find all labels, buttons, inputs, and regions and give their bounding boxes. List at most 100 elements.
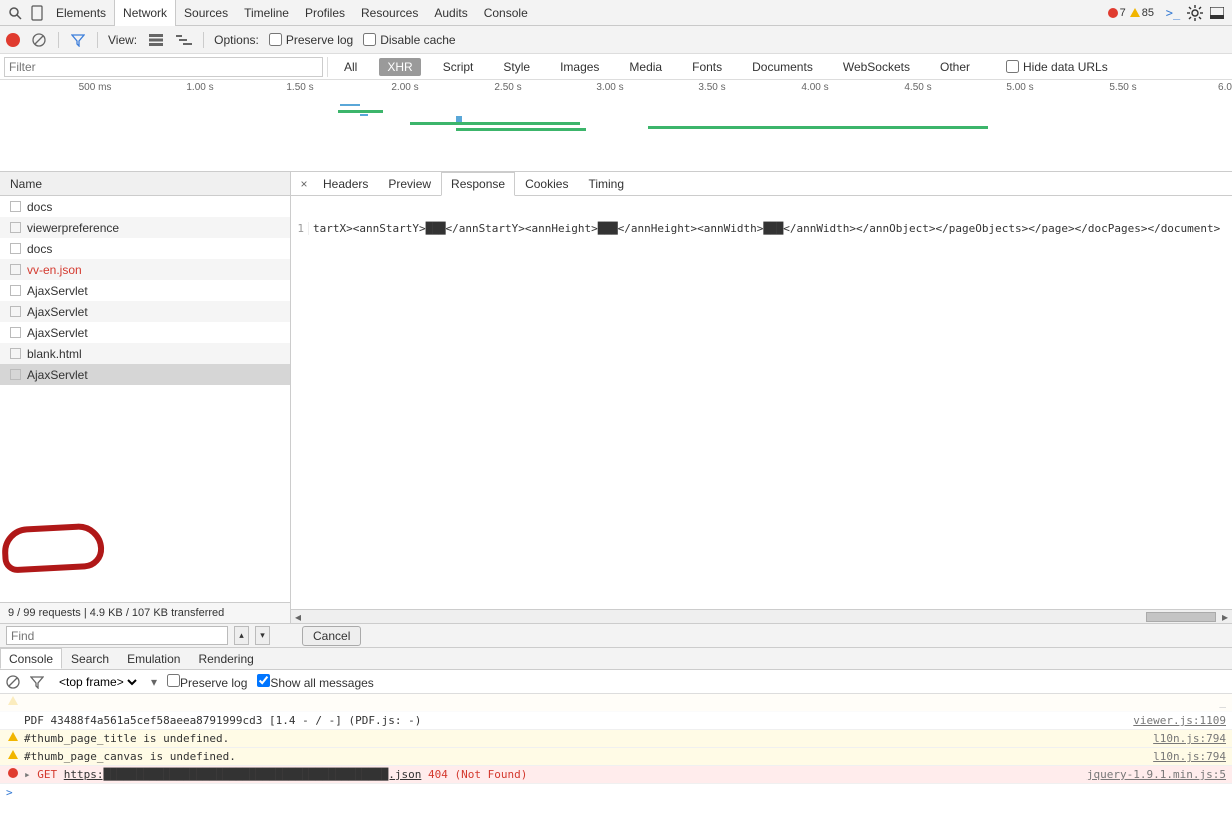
console-source-link[interactable]: l10n.js:794 bbox=[1153, 732, 1226, 745]
type-filter-media[interactable]: Media bbox=[621, 58, 670, 76]
drawer-tab-emulation[interactable]: Emulation bbox=[118, 648, 189, 669]
detail-tab-preview[interactable]: Preview bbox=[378, 172, 441, 196]
console-row[interactable]: PDF 43488f4a561a5cef58aeea8791999cd3 [1.… bbox=[0, 712, 1232, 730]
scroll-left-arrow[interactable]: ◂ bbox=[291, 610, 305, 624]
request-name: blank.html bbox=[27, 347, 82, 361]
timeline-tick: 4.00 s bbox=[801, 82, 828, 93]
find-bar: ▴ ▾ Cancel bbox=[0, 624, 1232, 648]
timeline-tick: 5.00 s bbox=[1006, 82, 1033, 93]
file-icon bbox=[10, 222, 21, 233]
detail-tab-response[interactable]: Response bbox=[441, 172, 515, 196]
top-tab-resources[interactable]: Resources bbox=[353, 0, 426, 26]
type-filter-xhr[interactable]: XHR bbox=[379, 58, 420, 76]
warning-icon bbox=[6, 732, 20, 741]
frame-select[interactable]: <top frame> bbox=[54, 673, 141, 691]
filter-funnel-icon[interactable] bbox=[69, 31, 87, 49]
timeline-tick: 1.00 s bbox=[186, 82, 213, 93]
type-filter-script[interactable]: Script bbox=[435, 58, 482, 76]
view-large-icon[interactable] bbox=[147, 31, 165, 49]
warning-count: 85 bbox=[1142, 7, 1154, 19]
error-count-badge[interactable]: 7 bbox=[1108, 7, 1126, 19]
disable-cache-checkbox[interactable]: Disable cache bbox=[363, 33, 455, 47]
console-controls: <top frame> ▾ Preserve log Show all mess… bbox=[0, 670, 1232, 694]
clear-icon[interactable] bbox=[30, 31, 48, 49]
network-timeline[interactable]: 500 ms1.00 s1.50 s2.00 s2.50 s3.00 s3.50… bbox=[0, 80, 1232, 172]
request-row[interactable]: blank.html bbox=[0, 343, 290, 364]
console-row[interactable]: #thumb_page_canvas is undefined.l10n.js:… bbox=[0, 748, 1232, 766]
request-row[interactable]: docs bbox=[0, 196, 290, 217]
request-row[interactable]: vv-en.json bbox=[0, 259, 290, 280]
console-row[interactable] bbox=[0, 694, 1232, 712]
request-name: AjaxServlet bbox=[27, 326, 88, 340]
request-name: docs bbox=[27, 200, 52, 214]
record-button[interactable] bbox=[6, 33, 20, 47]
request-row[interactable]: AjaxServlet bbox=[0, 322, 290, 343]
console-preserve-log[interactable]: Preserve log bbox=[167, 674, 247, 690]
console-row[interactable]: #thumb_page_title is undefined.l10n.js:7… bbox=[0, 730, 1232, 748]
console-prompt[interactable]: > bbox=[0, 784, 1232, 801]
scroll-thumb[interactable] bbox=[1146, 612, 1216, 622]
top-tab-network[interactable]: Network bbox=[114, 0, 176, 26]
find-prev-button[interactable]: ▴ bbox=[234, 626, 249, 645]
console-row[interactable]: ▸ GET https:████████████████████████████… bbox=[0, 766, 1232, 784]
dock-icon[interactable] bbox=[1206, 2, 1228, 24]
filter-input[interactable] bbox=[4, 57, 323, 77]
horizontal-scrollbar[interactable]: ◂ ▸ bbox=[291, 609, 1232, 623]
preserve-log-checkbox[interactable]: Preserve log bbox=[269, 33, 353, 47]
file-icon bbox=[10, 201, 21, 212]
error-icon bbox=[6, 768, 20, 778]
inspect-icon[interactable] bbox=[4, 2, 26, 24]
console-filter-icon[interactable] bbox=[30, 675, 44, 689]
console-show-all[interactable]: Show all messages bbox=[257, 674, 373, 690]
network-toolbar: View: Options: Preserve log Disable cach… bbox=[0, 26, 1232, 54]
top-tab-sources[interactable]: Sources bbox=[176, 0, 236, 26]
console-source-link[interactable]: jquery-1.9.1.min.js:5 bbox=[1087, 768, 1226, 781]
view-waterfall-icon[interactable] bbox=[175, 31, 193, 49]
name-column-header[interactable]: Name bbox=[0, 172, 290, 196]
drawer-tab-rendering[interactable]: Rendering bbox=[189, 648, 262, 669]
type-filter-other[interactable]: Other bbox=[932, 58, 978, 76]
type-filter-websockets[interactable]: WebSockets bbox=[835, 58, 918, 76]
request-row[interactable]: viewerpreference bbox=[0, 217, 290, 238]
timeline-tick: 2.50 s bbox=[494, 82, 521, 93]
top-tab-audits[interactable]: Audits bbox=[426, 0, 475, 26]
type-filter-all[interactable]: All bbox=[336, 58, 365, 76]
top-tab-timeline[interactable]: Timeline bbox=[236, 0, 297, 26]
hide-data-urls-checkbox[interactable]: Hide data URLs bbox=[1006, 60, 1108, 74]
detail-tab-timing[interactable]: Timing bbox=[578, 172, 634, 196]
device-icon[interactable] bbox=[26, 2, 48, 24]
warning-icon bbox=[6, 750, 20, 759]
console-source-link[interactable]: l10n.js:794 bbox=[1153, 750, 1226, 763]
detail-tab-cookies[interactable]: Cookies bbox=[515, 172, 578, 196]
response-body[interactable]: 1 tartX><annStartY>███</annStartY><annHe… bbox=[291, 196, 1232, 609]
find-input[interactable] bbox=[6, 626, 228, 645]
requests-summary: 9 / 99 requests | 4.9 KB / 107 KB transf… bbox=[0, 602, 290, 623]
top-tab-console[interactable]: Console bbox=[476, 0, 536, 26]
timeline-tick: 3.50 s bbox=[698, 82, 725, 93]
request-name: AjaxServlet bbox=[27, 368, 88, 382]
drawer-tab-search[interactable]: Search bbox=[62, 648, 118, 669]
drawer-tab-console[interactable]: Console bbox=[0, 648, 62, 669]
console-source-link[interactable]: viewer.js:1109 bbox=[1133, 714, 1226, 727]
type-filter-documents[interactable]: Documents bbox=[744, 58, 821, 76]
console-prompt-icon[interactable]: >_ bbox=[1162, 2, 1184, 24]
find-next-button[interactable]: ▾ bbox=[255, 626, 270, 645]
request-row[interactable]: AjaxServlet bbox=[0, 301, 290, 322]
top-tab-elements[interactable]: Elements bbox=[48, 0, 114, 26]
file-icon bbox=[10, 306, 21, 317]
request-row[interactable]: AjaxServlet bbox=[0, 280, 290, 301]
type-filter-fonts[interactable]: Fonts bbox=[684, 58, 730, 76]
detail-tab-headers[interactable]: Headers bbox=[313, 172, 378, 196]
warning-count-badge[interactable]: 85 bbox=[1130, 7, 1154, 19]
close-detail-icon[interactable]: × bbox=[295, 177, 313, 191]
request-name: AjaxServlet bbox=[27, 284, 88, 298]
find-cancel-button[interactable]: Cancel bbox=[302, 626, 361, 646]
settings-gear-icon[interactable] bbox=[1184, 2, 1206, 24]
type-filter-images[interactable]: Images bbox=[552, 58, 607, 76]
request-row[interactable]: AjaxServlet bbox=[0, 364, 290, 385]
console-clear-icon[interactable] bbox=[6, 675, 20, 689]
top-tab-profiles[interactable]: Profiles bbox=[297, 0, 353, 26]
type-filter-style[interactable]: Style bbox=[495, 58, 538, 76]
scroll-right-arrow[interactable]: ▸ bbox=[1218, 610, 1232, 624]
request-row[interactable]: docs bbox=[0, 238, 290, 259]
